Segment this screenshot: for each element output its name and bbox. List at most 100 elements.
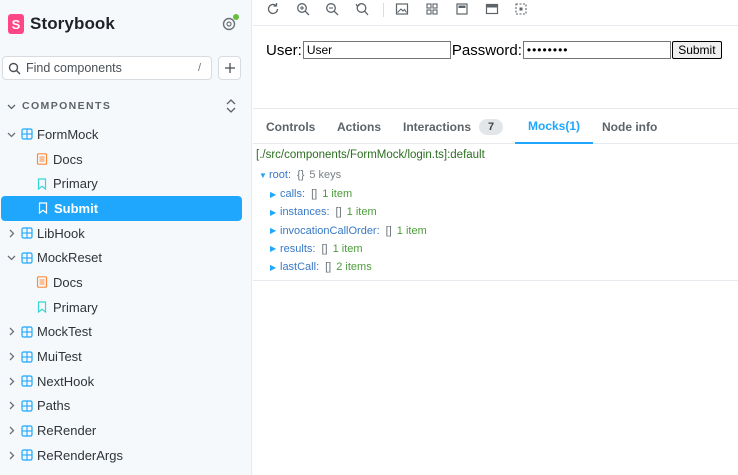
sidebar: S Storybook / COMPONENTS — [0, 0, 252, 475]
login-form: User: Password: Submit — [266, 41, 722, 59]
inspector-key: calls: — [280, 188, 306, 200]
tree-item-rerenderargs[interactable]: ReRenderArgs — [0, 443, 252, 468]
inspector-meta: 2 items — [336, 261, 372, 274]
reload-button[interactable] — [265, 1, 281, 17]
search-input[interactable] — [26, 61, 198, 75]
component-icon — [21, 350, 33, 363]
inspector-row[interactable]: ▶ instances: [] 1 item — [270, 206, 377, 218]
tree-item-paths[interactable]: Paths — [0, 394, 252, 419]
tree-item-formmock[interactable]: FormMock — [0, 122, 252, 147]
tab-node-info[interactable]: Node info — [602, 110, 657, 144]
submit-button[interactable]: Submit — [671, 41, 722, 59]
inspector-row[interactable]: ▶ invocationCallOrder: [] 1 item — [270, 225, 427, 237]
tree-item-primary[interactable]: Primary — [0, 171, 252, 196]
chevron-down-icon — [6, 129, 16, 139]
tree-item-label: MuiTest — [37, 349, 82, 365]
tab-controls[interactable]: Controls — [266, 110, 315, 144]
tab-actions[interactable]: Actions — [337, 110, 381, 144]
tree-item-label: Docs — [53, 274, 83, 290]
inspector-bracket: [] — [325, 261, 332, 274]
panel-icon — [485, 3, 499, 15]
zoom-in-icon — [297, 3, 310, 16]
user-input[interactable] — [302, 41, 451, 59]
inspector-key: results: — [280, 242, 316, 255]
tree-item-label: LibHook — [37, 225, 85, 241]
tree-item-muitest[interactable]: MuiTest — [0, 344, 252, 369]
zoom-in-button[interactable] — [295, 1, 311, 17]
components-section-header[interactable]: COMPONENTS — [7, 98, 239, 114]
bookmark-icon — [37, 202, 49, 215]
toolbar-divider — [383, 3, 384, 17]
tree-item-label: MockTest — [37, 324, 92, 340]
chevron-right-icon — [6, 450, 16, 460]
chevron-right-icon — [6, 352, 16, 362]
password-input[interactable] — [522, 41, 671, 59]
sidebar-icon — [456, 3, 468, 15]
bookmark-icon — [36, 178, 48, 190]
tree-item-mocktest[interactable]: MockTest — [0, 320, 252, 345]
search-icon — [8, 62, 21, 74]
plus-icon — [224, 63, 235, 73]
create-button[interactable] — [218, 56, 241, 80]
chevron-down-icon — [6, 253, 16, 263]
tab-label: Controls — [266, 120, 316, 134]
expand-collapse-icon — [226, 99, 236, 113]
background-button[interactable] — [394, 1, 410, 17]
zoom-reset-button[interactable] — [354, 1, 370, 17]
bookmark-icon — [36, 301, 48, 314]
tree-item-mockreset[interactable]: MockReset — [0, 245, 252, 270]
component-icon — [21, 326, 33, 338]
outline-button[interactable] — [513, 1, 529, 17]
tree-item-label: MockReset — [37, 250, 103, 266]
image-icon — [395, 3, 409, 15]
tab-label: Actions — [337, 120, 382, 134]
tab-interactions[interactable]: Interactions 7 — [403, 110, 504, 144]
chevron-right-icon — [6, 426, 16, 436]
measure-button[interactable] — [484, 1, 500, 17]
expand-collapse-button[interactable] — [225, 98, 237, 119]
inspector-key: lastCall: — [280, 261, 320, 274]
caret-down-icon: ▼ — [259, 170, 267, 180]
tree-item-rerender[interactable]: ReRender — [0, 418, 252, 443]
inspector-row[interactable]: ▶ lastCall: [] 2 items — [270, 261, 372, 273]
inspector-row[interactable]: ▶ results: [] 1 item — [270, 243, 363, 255]
section-label: COMPONENTS — [22, 100, 112, 112]
chevron-right-icon — [6, 376, 16, 386]
user-label: User: — [266, 41, 302, 59]
mocks-panel: [./src/components/FormMock/login.ts]:def… — [253, 144, 738, 281]
brand-name: Storybook — [30, 14, 115, 33]
tab-mocks-1[interactable]: Mocks(1) — [515, 110, 594, 144]
brand[interactable]: S Storybook — [8, 13, 115, 35]
inspector-root-row[interactable]: ▼ root: {} 5 keys — [259, 169, 341, 181]
inspector-bracket: [] — [385, 224, 392, 237]
tree-item-label: Primary — [53, 299, 98, 315]
inspector-meta: 1 item — [332, 242, 363, 255]
inspector-key: invocationCallOrder: — [280, 224, 380, 237]
inspector-row[interactable]: ▶ calls: [] 1 item — [270, 188, 352, 200]
caret-right-icon: ▶ — [270, 262, 277, 272]
zoom-out-button[interactable] — [324, 1, 340, 17]
tree-item-submit[interactable]: Submit — [1, 196, 242, 221]
zoom-reset-icon — [355, 3, 369, 16]
document-icon — [36, 153, 48, 165]
password-label: Password: — [451, 41, 522, 59]
tree-item-libhook[interactable]: LibHook — [0, 221, 252, 246]
tree-item-docs[interactable]: Docs — [0, 147, 252, 172]
caret-right-icon: ▶ — [270, 189, 277, 199]
grid-button[interactable] — [424, 1, 440, 17]
chevron-right-icon — [6, 228, 16, 238]
inspector-bracket: [] — [335, 206, 342, 219]
search-box[interactable]: / — [2, 56, 212, 80]
chevron-right-icon — [6, 401, 16, 411]
viewport-button[interactable] — [454, 1, 470, 17]
tree-item-nexthook[interactable]: NextHook — [0, 369, 252, 394]
tree-item-label: NextHook — [37, 373, 95, 389]
settings-button[interactable] — [220, 14, 239, 33]
tree-item-label: ReRenderArgs — [37, 447, 123, 463]
inspector-key: root: — [269, 169, 292, 181]
tab-label: Node info — [602, 120, 658, 134]
tree-item-docs[interactable]: Docs — [0, 270, 252, 295]
component-icon — [21, 128, 33, 140]
tree-item-label: Submit — [54, 200, 99, 216]
tree-item-primary[interactable]: Primary — [0, 295, 252, 320]
